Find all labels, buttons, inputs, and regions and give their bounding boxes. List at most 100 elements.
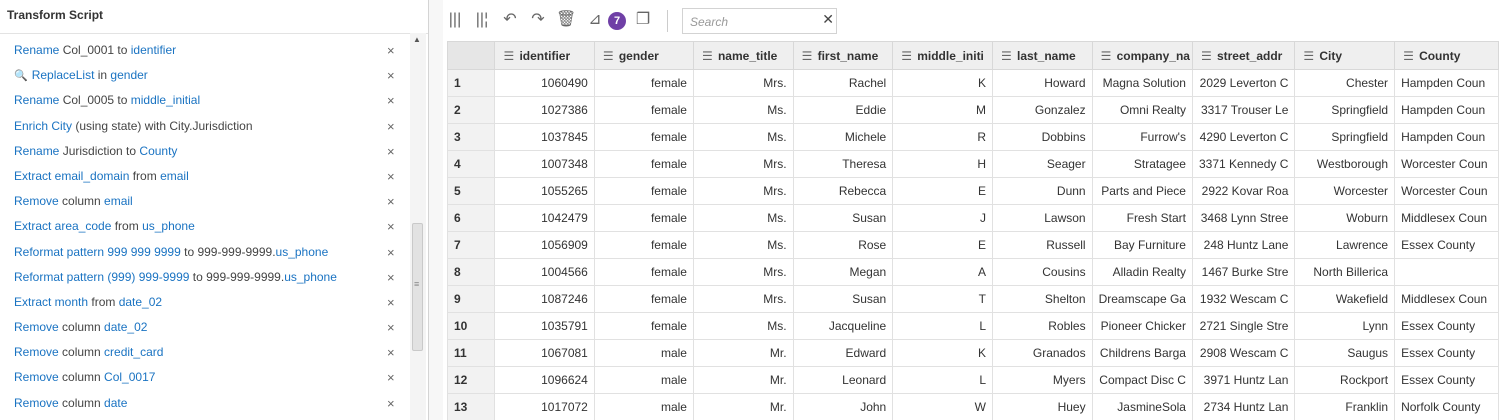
remove-step-icon[interactable]: × bbox=[387, 315, 395, 340]
script-step[interactable]: Rename Col_0001 to identifier × bbox=[0, 38, 408, 63]
step-keyword[interactable]: Reformat pattern 999 999 9999 bbox=[14, 245, 181, 259]
table-cell[interactable]: Saugus bbox=[1294, 339, 1396, 367]
column-header[interactable]: ☰ first_name bbox=[792, 41, 894, 70]
script-step[interactable]: 🔍 ReplaceList in gender × bbox=[0, 63, 408, 88]
table-cell[interactable]: 1096624 bbox=[494, 366, 595, 394]
table-cell[interactable]: Edward bbox=[792, 339, 894, 367]
table-cell[interactable]: Norfolk County bbox=[1394, 393, 1499, 420]
row-number[interactable]: 1 bbox=[447, 69, 496, 97]
table-cell[interactable]: female bbox=[593, 204, 694, 232]
table-cell[interactable]: JasmineSola bbox=[1091, 393, 1193, 420]
row-number[interactable]: 8 bbox=[447, 258, 496, 286]
row-number[interactable]: 11 bbox=[447, 339, 496, 367]
table-cell[interactable]: Worcester Coun bbox=[1394, 150, 1499, 178]
table-cell[interactable]: Howard bbox=[992, 69, 1093, 97]
table-cell[interactable]: Dobbins bbox=[992, 123, 1093, 151]
table-cell[interactable]: J bbox=[892, 204, 993, 232]
remove-step-icon[interactable]: × bbox=[387, 88, 395, 113]
table-cell[interactable]: female bbox=[593, 231, 694, 259]
step-keyword[interactable]: date_02 bbox=[104, 320, 147, 334]
step-keyword[interactable]: us_phone bbox=[142, 219, 195, 233]
step-keyword[interactable]: Rename bbox=[14, 144, 59, 158]
table-cell[interactable]: 4290 Leverton C bbox=[1191, 123, 1296, 151]
column-menu-icon[interactable]: ☰ bbox=[1303, 49, 1314, 63]
table-cell[interactable]: female bbox=[593, 177, 694, 205]
table-cell[interactable]: 2922 Kovar Roa bbox=[1191, 177, 1296, 205]
table-cell[interactable]: Susan bbox=[792, 204, 894, 232]
table-row[interactable]: 1 1060490 female Mrs. Rachel K Howard Magna Sol… bbox=[447, 69, 1499, 97]
table-cell[interactable]: Mrs. bbox=[692, 177, 794, 205]
undo-icon[interactable]: ↶ bbox=[500, 10, 520, 30]
script-step[interactable]: Enrich City (using state) with City.Juri… bbox=[0, 114, 408, 139]
table-cell[interactable]: K bbox=[892, 339, 993, 367]
table-cell[interactable]: female bbox=[593, 150, 694, 178]
table-cell[interactable]: E bbox=[892, 177, 993, 205]
table-cell[interactable]: R bbox=[892, 123, 993, 151]
table-cell[interactable]: Russell bbox=[992, 231, 1093, 259]
remove-step-icon[interactable]: × bbox=[387, 265, 395, 290]
table-cell[interactable]: Pioneer Chicker bbox=[1091, 312, 1193, 340]
scroll-up-icon[interactable]: ▲ bbox=[413, 35, 421, 44]
table-cell[interactable]: 1467 Burke Stre bbox=[1191, 258, 1296, 286]
panel-splitter[interactable] bbox=[429, 0, 443, 420]
table-cell[interactable]: 1060490 bbox=[494, 69, 595, 97]
script-step[interactable]: Extract email_domain from email × bbox=[0, 164, 408, 189]
columns-add-icon[interactable]: ||¦ bbox=[472, 10, 492, 30]
table-cell[interactable]: Granados bbox=[992, 339, 1093, 367]
remove-step-icon[interactable]: × bbox=[387, 164, 395, 189]
table-cell[interactable]: Shelton bbox=[992, 285, 1093, 313]
column-header[interactable]: ☰ street_addr bbox=[1191, 41, 1296, 70]
column-header[interactable]: ☰ company_na bbox=[1091, 41, 1193, 70]
step-keyword[interactable]: Reformat pattern (999) 999-9999 bbox=[14, 270, 189, 284]
row-number[interactable]: 12 bbox=[447, 366, 496, 394]
table-cell[interactable]: Ms. bbox=[692, 204, 794, 232]
table-cell[interactable]: Compact Disc C bbox=[1091, 366, 1193, 394]
script-step[interactable]: Rename Jurisdiction to County × bbox=[0, 139, 408, 164]
delete-icon[interactable]: 🗑 bbox=[556, 10, 576, 30]
step-keyword[interactable]: Extract area_code bbox=[14, 219, 111, 233]
step-keyword[interactable]: ReplaceList bbox=[32, 68, 95, 82]
table-row[interactable]: 10 1035791 female Ms. Jacqueline L Robles Pione… bbox=[447, 312, 1499, 340]
table-cell[interactable]: Mr. bbox=[692, 339, 794, 367]
script-step[interactable]: Remove column Col_0017 × bbox=[0, 365, 408, 390]
table-cell[interactable]: Magna Solution bbox=[1091, 69, 1193, 97]
column-header[interactable]: ☰ gender bbox=[593, 41, 694, 70]
remove-step-icon[interactable]: × bbox=[387, 340, 395, 365]
table-cell[interactable]: Essex County bbox=[1394, 366, 1499, 394]
column-header[interactable]: ☰ County bbox=[1394, 41, 1499, 70]
row-number[interactable]: 13 bbox=[447, 393, 496, 420]
table-cell[interactable]: Mrs. bbox=[692, 258, 794, 286]
search-input[interactable] bbox=[688, 12, 817, 32]
remove-step-icon[interactable]: × bbox=[387, 214, 395, 239]
row-number[interactable]: 2 bbox=[447, 96, 496, 124]
table-cell[interactable]: Middlesex Coun bbox=[1394, 285, 1499, 313]
step-keyword[interactable]: us_phone bbox=[276, 245, 329, 259]
script-step[interactable]: Extract area_code from us_phone × bbox=[0, 214, 408, 239]
step-keyword[interactable]: Col_0017 bbox=[104, 370, 155, 384]
column-menu-icon[interactable]: ☰ bbox=[603, 49, 614, 63]
table-cell[interactable]: 1037845 bbox=[494, 123, 595, 151]
table-cell[interactable]: Cousins bbox=[992, 258, 1093, 286]
table-cell[interactable]: Middlesex Coun bbox=[1394, 204, 1499, 232]
remove-step-icon[interactable]: × bbox=[387, 189, 395, 214]
column-menu-icon[interactable]: ☰ bbox=[901, 49, 912, 63]
table-cell[interactable]: 2029 Leverton C bbox=[1191, 69, 1296, 97]
step-keyword[interactable]: email bbox=[104, 194, 133, 208]
table-cell[interactable]: Ms. bbox=[692, 123, 794, 151]
step-keyword[interactable]: Remove bbox=[14, 370, 59, 384]
scroll-thumb[interactable]: ≡ bbox=[412, 223, 423, 351]
remove-step-icon[interactable]: × bbox=[387, 365, 395, 390]
step-count-badge[interactable]: 7 bbox=[608, 12, 626, 30]
table-cell[interactable]: Eddie bbox=[792, 96, 894, 124]
clear-search-icon[interactable]: ✕ bbox=[822, 11, 834, 28]
table-cell[interactable]: Susan bbox=[792, 285, 894, 313]
script-step[interactable]: Remove column date_02 × bbox=[0, 315, 408, 340]
table-cell[interactable]: L bbox=[892, 312, 993, 340]
script-step[interactable]: Remove column credit_card × bbox=[0, 340, 408, 365]
table-cell[interactable]: female bbox=[593, 258, 694, 286]
table-cell[interactable]: Theresa bbox=[792, 150, 894, 178]
table-cell[interactable]: Mr. bbox=[692, 393, 794, 420]
table-cell[interactable]: A bbox=[892, 258, 993, 286]
table-cell[interactable]: 2721 Single Stre bbox=[1191, 312, 1296, 340]
remove-step-icon[interactable]: × bbox=[387, 290, 395, 315]
